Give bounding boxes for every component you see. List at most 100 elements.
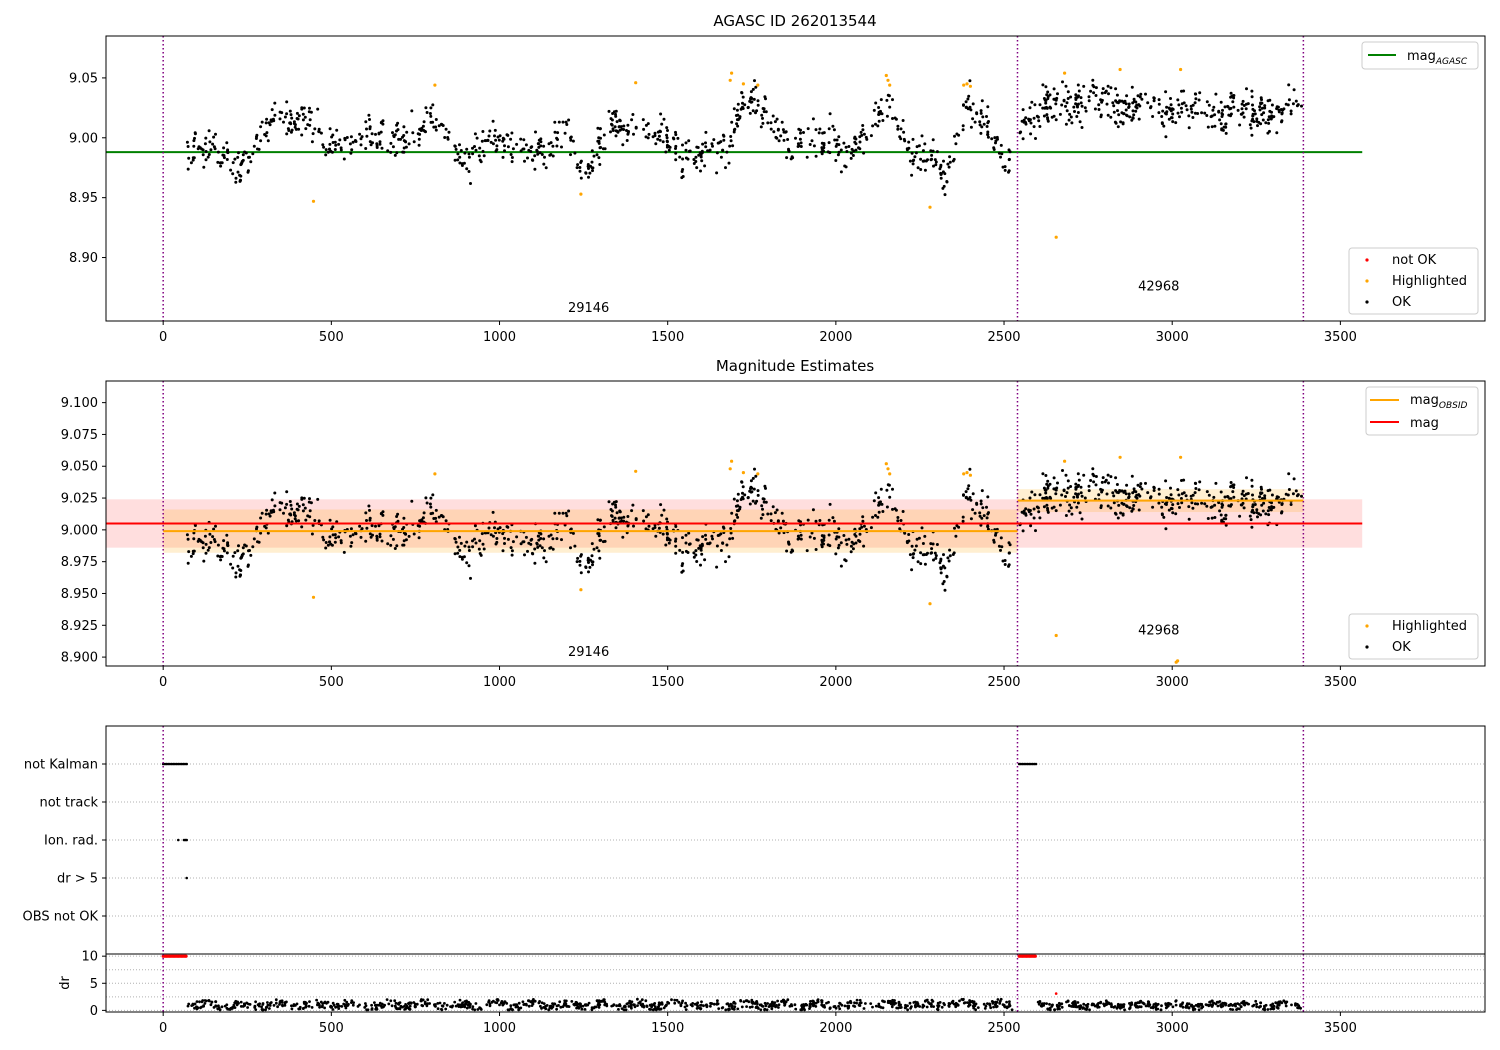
ok-point [761,507,764,511]
ok-point [535,542,539,546]
highlighted-point [741,82,746,86]
ok-point [914,151,918,155]
ok-point [431,511,435,515]
ok-point [943,172,947,176]
ok-point [1030,490,1034,494]
ok-point [254,137,258,140]
ok-point [748,111,752,115]
ok-point [587,175,590,179]
ok-point [204,551,208,555]
ok-point [837,143,841,147]
ok-point [973,120,977,124]
dr-point [650,1004,654,1008]
ok-point [982,122,986,126]
dr-point [1259,1001,1263,1005]
ok-point [981,115,985,119]
dr-point [396,1007,399,1010]
ok-point [187,550,191,554]
ok-point [292,122,296,126]
ok-point [186,537,190,541]
dr-point [308,1000,311,1003]
ok-point [814,154,818,158]
ok-point [730,120,734,124]
dr-point [906,1008,909,1012]
ok-point [828,112,832,116]
dr-point [1297,1006,1301,1010]
ok-point [1092,85,1096,89]
dr-point [485,1003,489,1007]
ok-point [236,564,240,568]
ok-point [303,506,307,510]
ok-point [289,113,293,117]
ok-point [681,175,685,178]
ok-point [631,503,635,507]
ok-point [454,147,458,151]
highlighted-point [968,473,973,477]
dr-point [1116,1003,1120,1007]
ok-point [697,153,701,157]
dr-point [908,1001,912,1005]
dr-point [443,1002,446,1005]
dr-point [465,1006,469,1010]
ok-point [1256,515,1259,519]
ok-point [674,158,678,162]
ok-point [302,106,306,110]
ok-point [695,560,699,563]
dr-point [331,1008,335,1011]
ok-point [488,129,492,133]
ok-point [662,117,666,121]
ok-point [948,554,952,558]
ok-point [845,150,849,153]
dr-point [670,998,673,1002]
dr-point [281,1004,284,1008]
ok-point [270,119,274,123]
ok-point [379,512,383,516]
ok-point [750,97,754,100]
ok-point [221,546,225,550]
dr-point [890,1005,894,1009]
ok-point [233,157,237,161]
ok-point [241,153,245,157]
ok-point [839,564,843,568]
ok-point [700,552,704,556]
ok-point [498,134,502,138]
ok-point [1028,106,1032,110]
ok-point [1244,102,1248,106]
ok-point [741,95,745,99]
ok-point [365,526,369,530]
ok-point [947,165,951,169]
ok-point [1137,508,1141,512]
ok-point [1258,105,1262,109]
ok-point [207,129,211,133]
ok-point [979,109,983,113]
dr-point [832,1005,836,1009]
ok-point [1251,493,1254,497]
ok-point [418,127,422,131]
ok-point [980,99,984,103]
ok-point [1070,121,1074,125]
ok-point [480,139,484,143]
ok-point [1044,491,1048,495]
ok-point [358,524,362,528]
ok-point [694,549,698,553]
ok-point [836,546,840,550]
ok-point [654,534,658,538]
ok-point [719,140,723,144]
ok-point [987,511,990,515]
highlighted-point [1118,67,1122,72]
ok-point [634,518,638,522]
dr-point [587,1001,591,1005]
ok-point [907,140,911,144]
ok-point [463,544,467,548]
ok-point [736,492,740,496]
dr-point [772,1004,775,1008]
ok-point [881,510,885,513]
ok-point [1094,94,1098,97]
ok-point [688,149,692,153]
ok-point [526,549,529,553]
ok-point [762,110,766,114]
ok-point [251,152,255,156]
ok-point [939,171,943,175]
ok-point [186,561,190,565]
ok-point [1245,87,1248,91]
